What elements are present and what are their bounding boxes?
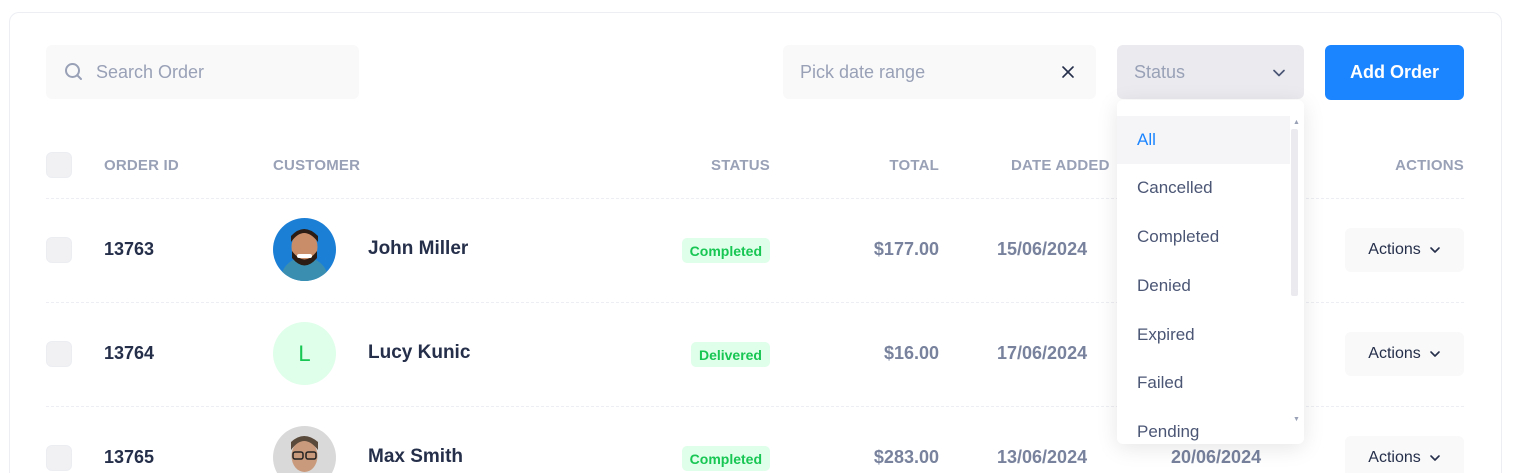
scroll-down-icon[interactable]: ▼ <box>1293 416 1300 423</box>
status-select[interactable]: Status <box>1117 45 1304 99</box>
search-input[interactable] <box>96 61 336 83</box>
search-icon <box>65 63 82 80</box>
status-option-cancelled[interactable]: Cancelled <box>1117 164 1290 212</box>
status-option-all[interactable]: All <box>1117 116 1290 164</box>
add-order-button[interactable]: Add Order <box>1325 45 1464 100</box>
order-date-modified: 20/06/2024 <box>1171 447 1262 467</box>
order-total: $177.00 <box>873 239 939 259</box>
order-date-added: 15/06/2024 <box>997 239 1088 259</box>
header-customer[interactable]: CUSTOMER <box>273 157 360 174</box>
scroll-up-icon[interactable]: ▲ <box>1293 119 1300 126</box>
order-id[interactable]: 13763 <box>104 239 154 260</box>
order-date-added: 17/06/2024 <box>997 343 1088 363</box>
close-icon[interactable] <box>1060 64 1076 80</box>
date-range-input[interactable] <box>800 61 1040 83</box>
header-date-added[interactable]: DATE ADDED <box>1011 157 1110 174</box>
date-range-picker[interactable] <box>783 45 1096 99</box>
customer-name[interactable]: Lucy Kunic <box>368 342 470 364</box>
order-total: $283.00 <box>873 447 939 467</box>
status-badge: Completed <box>681 238 770 263</box>
actions-button[interactable]: Actions <box>1345 332 1464 376</box>
avatar-letter: L <box>298 340 311 366</box>
actions-button[interactable]: Actions <box>1345 228 1464 272</box>
actions-button[interactable]: Actions <box>1345 436 1464 473</box>
avatar <box>273 218 336 281</box>
row-checkbox[interactable] <box>46 445 72 471</box>
order-date-added: 13/06/2024 <box>997 447 1088 467</box>
order-id[interactable]: 13765 <box>104 447 154 468</box>
customer-name[interactable]: John Miller <box>368 238 468 260</box>
status-dropdown-menu: All Cancelled Completed Denied Expired F… <box>1117 100 1304 444</box>
header-total[interactable]: TOTAL <box>889 157 939 174</box>
actions-button-label: Actions <box>1368 241 1421 258</box>
order-id[interactable]: 13764 <box>104 343 154 364</box>
header-status[interactable]: STATUS <box>711 157 770 174</box>
status-badge: Completed <box>681 446 770 471</box>
chevron-down-icon <box>1429 455 1440 461</box>
status-option-completed[interactable]: Completed <box>1117 213 1290 261</box>
chevron-down-icon <box>1429 351 1440 357</box>
avatar: L <box>273 322 336 385</box>
chevron-down-icon <box>1429 247 1440 253</box>
order-total: $16.00 <box>883 343 939 363</box>
header-actions: ACTIONS <box>1395 157 1464 174</box>
actions-button-label: Actions <box>1368 345 1421 362</box>
status-select-label: Status <box>1134 61 1186 82</box>
header-order-id[interactable]: ORDER ID <box>104 157 179 174</box>
actions-button-label: Actions <box>1368 449 1421 466</box>
customer-name[interactable]: Max Smith <box>368 446 463 468</box>
chevron-down-icon <box>1273 69 1285 77</box>
status-badge: Delivered <box>690 342 770 367</box>
status-option-pending[interactable]: Pending <box>1117 408 1290 444</box>
dropdown-scrollbar[interactable] <box>1291 129 1298 296</box>
select-all-checkbox[interactable] <box>46 152 72 178</box>
status-option-failed[interactable]: Failed <box>1117 359 1290 407</box>
status-option-expired[interactable]: Expired <box>1117 311 1290 359</box>
search-box[interactable] <box>46 45 359 99</box>
status-option-denied[interactable]: Denied <box>1117 262 1290 310</box>
row-checkbox[interactable] <box>46 237 72 263</box>
row-checkbox[interactable] <box>46 341 72 367</box>
